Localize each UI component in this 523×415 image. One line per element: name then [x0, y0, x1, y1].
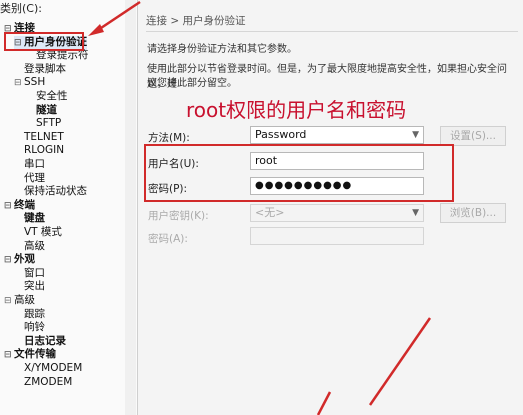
annotation-arrow [368, 317, 432, 406]
annotation-arrows [88, 0, 432, 415]
arrow-head-icon [88, 24, 104, 36]
annotation-arrow [316, 391, 332, 415]
